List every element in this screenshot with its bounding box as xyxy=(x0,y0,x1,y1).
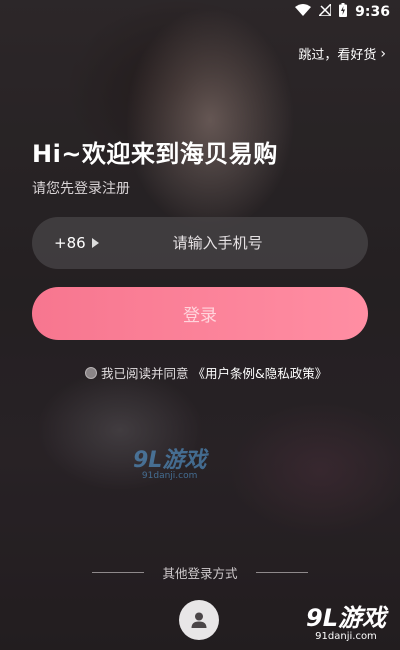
user-icon xyxy=(191,612,207,628)
watermark-url: 91danji.com xyxy=(141,471,198,481)
chevron-right-icon: › xyxy=(380,45,386,62)
watermark-logo: 9L游戏 xyxy=(133,448,207,473)
policy-link[interactable]: 《用户条例&隐私政策》 xyxy=(193,363,328,382)
other-login-label: 其他登录方式 xyxy=(162,566,238,581)
country-code-selector[interactable]: +86 xyxy=(54,234,99,252)
watermark-corner: 9L游戏 91danji.com xyxy=(306,598,386,642)
status-time: 9:36 xyxy=(355,4,390,20)
agreement-checkbox[interactable] xyxy=(85,366,97,379)
caret-right-icon xyxy=(91,238,99,248)
phone-field: +86 xyxy=(32,217,368,269)
agreement-row: 我已阅读并同意 《用户条例&隐私政策》 xyxy=(85,363,327,382)
watermark-logo: 9L游戏 xyxy=(306,604,386,632)
welcome-subtitle: 请您先登录注册 xyxy=(32,181,130,197)
phone-input[interactable] xyxy=(170,233,335,253)
login-button[interactable]: 登录 xyxy=(32,287,368,340)
watermark-url: 91danji.com xyxy=(315,631,377,642)
agreement-text: 我已阅读并同意 xyxy=(101,366,189,381)
battery-charging-icon xyxy=(339,3,348,21)
divider-line xyxy=(255,572,308,573)
skip-label: 跳过，看好货 xyxy=(298,48,377,63)
welcome-title: Hi~欢迎来到海贝易购 xyxy=(32,140,278,168)
divider-line xyxy=(92,572,145,573)
other-login-divider: 其他登录方式 xyxy=(0,563,400,582)
guest-login-button[interactable] xyxy=(179,600,219,640)
status-bar: 9:36 xyxy=(0,0,400,24)
country-code: +86 xyxy=(54,234,86,252)
wifi-icon xyxy=(295,4,312,20)
skip-button[interactable]: 跳过，看好货 › xyxy=(298,44,386,64)
signal-off-icon xyxy=(317,2,332,20)
watermark-center: 9L游戏 91danji.com xyxy=(133,442,206,481)
